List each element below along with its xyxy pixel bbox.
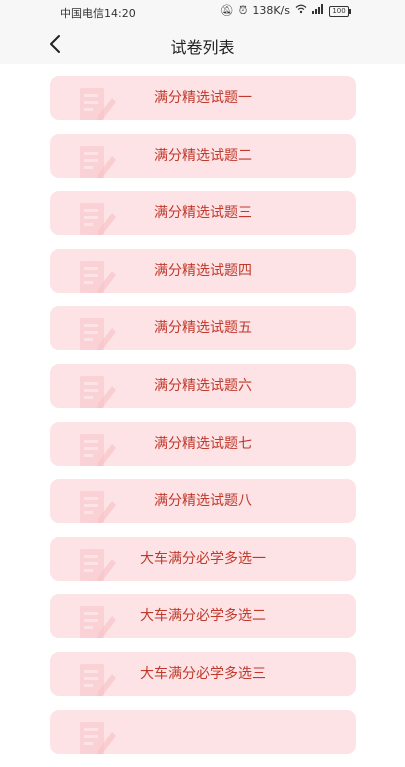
exam-list-item-label: 满分精选试题五 (154, 320, 252, 337)
exam-list-item-label: 满分精选试题三 (154, 205, 252, 222)
battery-icon: 100 (329, 5, 351, 17)
net-speed: 138K/s (252, 4, 290, 17)
nav-bar: 试卷列表 (0, 24, 405, 64)
exam-list-item[interactable]: 满分精选试题七 (50, 421, 356, 466)
exam-list-item[interactable]: 满分精选试题四 (50, 248, 356, 293)
exam-list-item-label: 满分精选试题四 (154, 262, 252, 279)
wifi-icon (295, 4, 307, 18)
exam-list-item[interactable]: 满分精选试题三 (50, 191, 356, 236)
exam-list-item[interactable]: 大车满分必学多选一 (50, 536, 356, 581)
exam-list-item[interactable]: 满分精选试题八 (50, 479, 356, 524)
exam-list-item[interactable]: 满分精选试题二 (50, 133, 356, 178)
exam-list-item-label: 满分精选试题一 (154, 90, 252, 106)
exam-list-item-label: 满分精选试题六 (154, 377, 252, 394)
exam-list-item[interactable]: 大车满分必学多选二 (50, 594, 356, 639)
page-title: 试卷列表 (170, 38, 235, 57)
exam-list-item[interactable]: 满分精选试题一 (50, 76, 356, 120)
exam-list-item-label: 满分精选试题八 (154, 493, 252, 510)
exam-paper-icon (80, 721, 116, 754)
exam-list-item-label: 满分精选试题七 (154, 435, 252, 452)
status-icons: 🔕︎ ⏰︎ 138K/s 100 (219, 4, 351, 18)
exam-list-item-label: 大车满分必学多选一 (140, 550, 266, 567)
exam-list-item-label: 满分精选试题二 (154, 147, 252, 164)
carrier-time: 中国电信14:20 (60, 7, 136, 20)
status-bar: 中国电信14:20 🔕︎ ⏰︎ 138K/s 100 (0, 0, 405, 24)
exam-list: 满分精选试题一 满分精选试题二 满分精选试题三 满分精选试题四 满分精选试题五 满分精选试… (50, 76, 356, 767)
exam-list-item[interactable]: 大车满分必学多选三 (50, 651, 356, 696)
mute-icon: 🔕︎ (219, 4, 234, 17)
alarm-icon: ⏰︎ (238, 4, 248, 17)
exam-list-item-label: 大车满分必学多选二 (140, 608, 266, 625)
exam-list-item-label: 大车满分必学多选三 (140, 665, 266, 682)
exam-list-item[interactable] (50, 709, 356, 754)
exam-list-item[interactable]: 满分精选试题五 (50, 306, 356, 351)
exam-list-item[interactable]: 满分精选试题六 (50, 363, 356, 408)
signal-4g-icon (312, 4, 324, 18)
